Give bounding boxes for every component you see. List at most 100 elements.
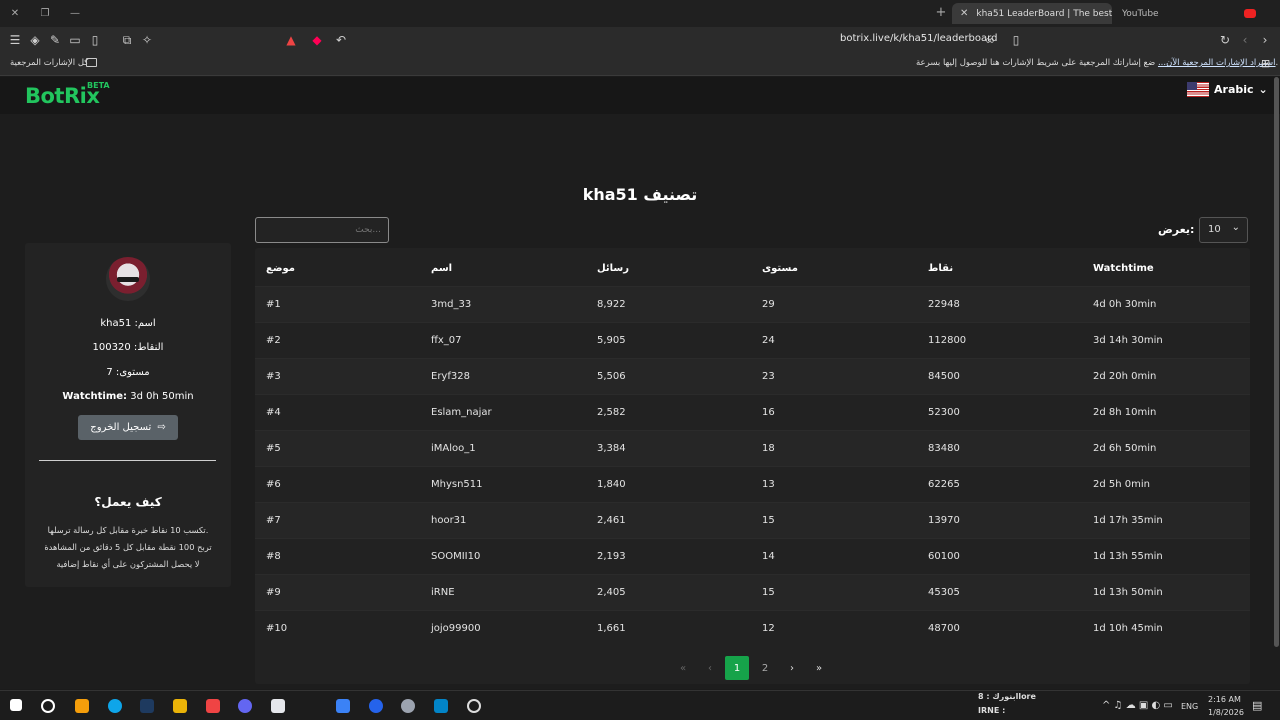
tray-icons[interactable]: ^ ♫ ☁ ▣ ◐ ▭ bbox=[1102, 700, 1173, 711]
profile-points: 100320 :النقاط bbox=[92, 342, 164, 353]
avatar bbox=[106, 257, 150, 301]
search-icon[interactable] bbox=[41, 699, 55, 713]
windows-taskbar: بنورك : 8llore IRNE : ^ ♫ ☁ ▣ ◐ ▭ ENG 2:… bbox=[0, 690, 1280, 720]
cell-points: 112800 bbox=[928, 335, 967, 346]
header-points[interactable]: نقاط bbox=[928, 263, 953, 274]
steam-icon[interactable] bbox=[140, 699, 154, 713]
how-it-works-line: تكسب 10 نقاط خبرة مقابل كل رسالة ترسلها. bbox=[47, 525, 209, 535]
cell-level: 23 bbox=[762, 371, 775, 382]
brave-icon[interactable] bbox=[206, 699, 220, 713]
address-bar-url[interactable]: botrix.live/k/kha51/leaderboard bbox=[840, 33, 997, 44]
puzzle-icon[interactable]: ✧ bbox=[140, 33, 154, 47]
sidebar-icon[interactable]: ▯ bbox=[88, 33, 102, 47]
all-bookmarks-link[interactable]: كل الإشارات المرجعية bbox=[10, 58, 88, 68]
cell-position: #2 bbox=[266, 335, 281, 346]
screenshot-icon[interactable]: ⧉ bbox=[120, 33, 134, 47]
divider bbox=[39, 460, 216, 461]
close-window-icon[interactable]: ✕ bbox=[0, 8, 30, 19]
bookmarks-hint: استيراد الإشارات المرجعية الآن... ضع إشا… bbox=[916, 58, 1279, 68]
table-row: #8 SOOMII10 2,193 14 60100 1d 13h 55min bbox=[255, 538, 1250, 574]
cell-watchtime: 2d 20h 0min bbox=[1093, 371, 1157, 382]
apps-grid-icon[interactable]: ⊞ bbox=[1261, 57, 1270, 70]
cell-watchtime: 3d 14h 30min bbox=[1093, 335, 1163, 346]
watchtime-label: Watchtime: bbox=[62, 391, 128, 402]
back-icon[interactable]: › bbox=[1258, 33, 1272, 47]
clock-time[interactable]: 2:16 AM bbox=[1208, 695, 1241, 704]
copilot-icon[interactable] bbox=[75, 699, 89, 713]
ticker-bottom: IRNE : bbox=[978, 706, 1006, 715]
bookmark-icon[interactable]: ▯ bbox=[1009, 33, 1023, 47]
minimize-window-icon[interactable]: — bbox=[60, 8, 90, 19]
cell-position: #9 bbox=[266, 587, 281, 598]
language-indicator[interactable]: ENG bbox=[1181, 702, 1198, 711]
prev-page-button[interactable]: ‹ bbox=[698, 656, 722, 680]
first-page-button[interactable]: « bbox=[671, 656, 695, 680]
cell-watchtime: 1d 13h 50min bbox=[1093, 587, 1163, 598]
table-row: #9 iRNE 2,405 15 45305 1d 13h 50min bbox=[255, 574, 1250, 610]
browser-tab-bar: ✕ ❐ — + ✕ kha51 LeaderBoard | The best C… bbox=[0, 0, 1280, 27]
cell-messages: 5,905 bbox=[597, 335, 626, 346]
wallet-icon[interactable]: ▭ bbox=[68, 33, 82, 47]
tab-youtube[interactable]: YouTube bbox=[1114, 3, 1264, 24]
import-bookmarks-link[interactable]: استيراد الإشارات المرجعية الآن... bbox=[1158, 58, 1276, 68]
table-row: #4 Eslam_najar 2,582 16 52300 2d 8h 10min bbox=[255, 394, 1250, 430]
close-tab-icon[interactable]: ✕ bbox=[960, 8, 968, 19]
file-explorer-icon[interactable] bbox=[173, 699, 187, 713]
app-icon[interactable] bbox=[369, 699, 383, 713]
show-entries-select[interactable]: 10 ⌄ bbox=[1199, 217, 1248, 243]
next-page-button[interactable]: › bbox=[780, 656, 804, 680]
cell-points: 48700 bbox=[928, 623, 960, 634]
cell-name: 3md_33 bbox=[431, 299, 472, 310]
new-tab-icon[interactable]: + bbox=[928, 5, 954, 20]
header-position[interactable]: موضع bbox=[266, 263, 295, 274]
cell-points: 84500 bbox=[928, 371, 960, 382]
notifications-icon[interactable]: ▤ bbox=[1252, 699, 1262, 712]
tab-title: kha51 LeaderBoard | The best Ch bbox=[976, 8, 1112, 19]
cell-points: 52300 bbox=[928, 407, 960, 418]
header-name[interactable]: اسم bbox=[431, 263, 452, 274]
language-label: Arabic bbox=[1214, 83, 1254, 96]
table-row: #7 hoor31 2,461 15 13970 1d 17h 35min bbox=[255, 502, 1250, 538]
language-selector[interactable]: Arabic ⌄ bbox=[1187, 82, 1268, 97]
page-1-button[interactable]: 1 bbox=[725, 656, 749, 680]
profile-level: 7 :مستوى bbox=[106, 367, 150, 378]
cell-messages: 1,661 bbox=[597, 623, 626, 634]
cell-points: 83480 bbox=[928, 443, 960, 454]
tab-leaderboard[interactable]: ✕ kha51 LeaderBoard | The best Ch bbox=[952, 3, 1112, 24]
how-it-works-line: تربح 100 نقطة مقابل كل 5 دقائق من المشاه… bbox=[44, 542, 212, 552]
cell-messages: 2,461 bbox=[597, 515, 626, 526]
app-icon[interactable] bbox=[336, 699, 350, 713]
edge-icon[interactable] bbox=[108, 699, 122, 713]
cell-points: 60100 bbox=[928, 551, 960, 562]
adblock-icon[interactable]: ▲ bbox=[284, 33, 298, 47]
profile-name: kha51 :اسم bbox=[100, 318, 156, 329]
cell-position: #3 bbox=[266, 371, 281, 382]
forward-icon[interactable]: ‹ bbox=[1238, 33, 1252, 47]
cell-name: Mhysn511 bbox=[431, 479, 483, 490]
table-row: #10 jojo99900 1,661 12 48700 1d 10h 45min bbox=[255, 610, 1250, 646]
shield-icon[interactable]: ◈ bbox=[28, 33, 42, 47]
logout-button[interactable]: تسجيل الخروج ⇨ bbox=[78, 415, 178, 440]
header-level[interactable]: مستوى bbox=[762, 263, 798, 274]
clock-date[interactable]: 1/8/2026 bbox=[1208, 708, 1244, 717]
obs-icon[interactable] bbox=[467, 699, 481, 713]
scrollbar[interactable] bbox=[1274, 77, 1279, 647]
extensions-icon[interactable]: ✎ bbox=[48, 33, 62, 47]
settings-icon[interactable] bbox=[401, 699, 415, 713]
brave-shield-icon[interactable]: ◆ bbox=[310, 33, 324, 47]
windows-start-icon[interactable] bbox=[10, 699, 22, 711]
last-page-button[interactable]: » bbox=[807, 656, 831, 680]
share-icon[interactable]: ↶ bbox=[334, 33, 348, 47]
store-icon[interactable] bbox=[271, 699, 285, 713]
cell-name: Eslam_najar bbox=[431, 407, 492, 418]
header-watchtime[interactable]: Watchtime bbox=[1093, 263, 1154, 274]
page-2-button[interactable]: 2 bbox=[753, 656, 777, 680]
restore-window-icon[interactable]: ❐ bbox=[30, 8, 60, 19]
search-input[interactable] bbox=[255, 217, 389, 243]
header-messages[interactable]: رسائل bbox=[597, 263, 629, 274]
link-icon[interactable]: ∞ bbox=[983, 33, 997, 47]
reload-icon[interactable]: ↻ bbox=[1218, 33, 1232, 47]
discord-icon[interactable] bbox=[238, 699, 252, 713]
app-icon[interactable] bbox=[434, 699, 448, 713]
menu-icon[interactable]: ☰ bbox=[8, 33, 22, 47]
